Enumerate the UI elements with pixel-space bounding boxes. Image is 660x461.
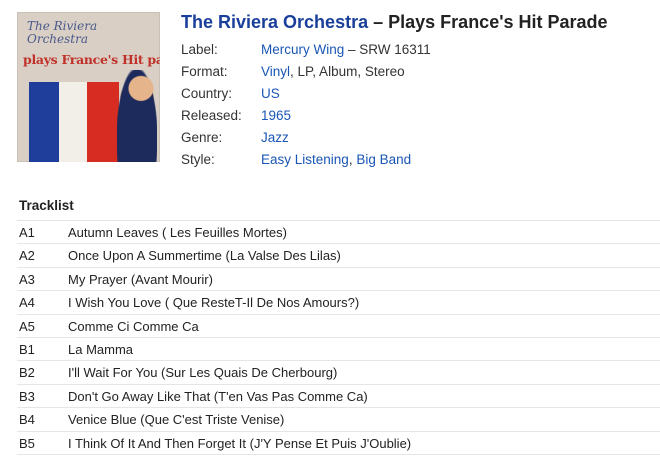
detail-key: Released:	[181, 108, 242, 123]
detail-text: – SRW 16311	[344, 42, 431, 57]
track-row: B1 La Mamma	[17, 338, 660, 362]
detail-link[interactable]: Easy Listening	[261, 152, 349, 167]
album-title: Plays France's Hit Parade	[388, 12, 608, 32]
track-title: Autumn Leaves ( Les Feuilles Mortes)	[68, 225, 287, 240]
detail-value: 1965	[261, 108, 291, 123]
tracklist: A1 Autumn Leaves ( Les Feuilles Mortes) A2…	[17, 220, 660, 455]
track-position: B2	[19, 365, 35, 381]
tracklist-heading: Tracklist	[19, 198, 74, 213]
detail-link[interactable]: Jazz	[261, 130, 289, 145]
track-position: B5	[19, 435, 35, 451]
track-title: I Wish You Love ( Que ResteT-Il De Nos A…	[68, 295, 360, 311]
cover-artist-text: The Riviera Orchestra	[27, 19, 98, 46]
detail-text: , LP, Album, Stereo	[290, 64, 405, 79]
cover-flag-white	[59, 82, 87, 162]
title-separator: –	[373, 12, 384, 32]
track-row: B3 Don't Go Away Like That (T'en Vas Pas …	[17, 385, 660, 409]
track-title: La Mamma	[68, 341, 134, 357]
track-position: B1	[19, 341, 35, 357]
detail-key: Style:	[181, 152, 215, 167]
detail-link[interactable]: 1965	[261, 108, 291, 123]
track-title: Don't Go Away Like That (T'en Vas Pas Co…	[68, 388, 368, 404]
track-row: B5 I Think Of It And Then Forget It (J'Y …	[17, 432, 660, 455]
detail-link[interactable]: US	[261, 86, 280, 101]
detail-key: Country:	[181, 86, 233, 101]
cover-flag-blue	[29, 82, 59, 162]
track-title: I Think Of It And Then Forget It (J'Y Pe…	[68, 435, 412, 451]
detail-key: Format:	[181, 64, 228, 79]
track-row: A4 I Wish You Love ( Que ResteT-Il De Nos…	[17, 291, 660, 315]
detail-key: Genre:	[181, 130, 223, 145]
track-position: B4	[19, 412, 35, 428]
cover-portrait	[117, 70, 157, 162]
track-position: B3	[19, 388, 35, 404]
track-title: Once Upon A Summertime (La Valse Des Lil…	[68, 248, 341, 264]
track-position: A1	[19, 225, 35, 240]
track-position: A3	[19, 271, 35, 287]
track-row: A5 Comme Ci Comme Ca	[17, 315, 660, 338]
track-row: B4 Venice Blue (Que C'est Triste Venise)	[17, 408, 660, 432]
track-title: I'll Wait For You (Sur Les Quais De Cher…	[68, 365, 338, 381]
detail-key: Label:	[181, 42, 218, 57]
detail-link[interactable]: Vinyl	[261, 64, 290, 79]
artist-link[interactable]: The Riviera Orchestra	[181, 12, 368, 32]
detail-value: Vinyl, LP, Album, Stereo	[261, 64, 405, 79]
track-title: Venice Blue (Que C'est Triste Venise)	[68, 412, 285, 428]
detail-link[interactable]: Mercury Wing	[261, 42, 344, 57]
detail-value: Mercury Wing – SRW 16311	[261, 42, 431, 57]
album-cover-image[interactable]: The Riviera Orchestra plays France's Hit…	[17, 12, 160, 162]
release-title: The Riviera Orchestra – Plays France's H…	[181, 12, 608, 33]
cover-flag-red	[87, 82, 119, 162]
detail-link[interactable]: Big Band	[356, 152, 411, 167]
detail-value: US	[261, 86, 280, 101]
track-row: A3 My Prayer (Avant Mourir)	[17, 268, 660, 292]
track-row: A2 Once Upon A Summertime (La Valse Des L…	[17, 244, 660, 268]
track-position: A2	[19, 248, 35, 264]
detail-value: Jazz	[261, 130, 289, 145]
track-row: B2 I'll Wait For You (Sur Les Quais De Ch…	[17, 361, 660, 385]
track-title: Comme Ci Comme Ca	[68, 318, 199, 334]
cover-title-text: plays France's Hit parade	[23, 52, 160, 67]
track-title: My Prayer (Avant Mourir)	[68, 271, 213, 287]
track-row: A1 Autumn Leaves ( Les Feuilles Mortes)	[17, 221, 660, 245]
track-position: A4	[19, 295, 35, 311]
detail-value: Easy Listening, Big Band	[261, 152, 411, 167]
track-position: A5	[19, 318, 35, 334]
